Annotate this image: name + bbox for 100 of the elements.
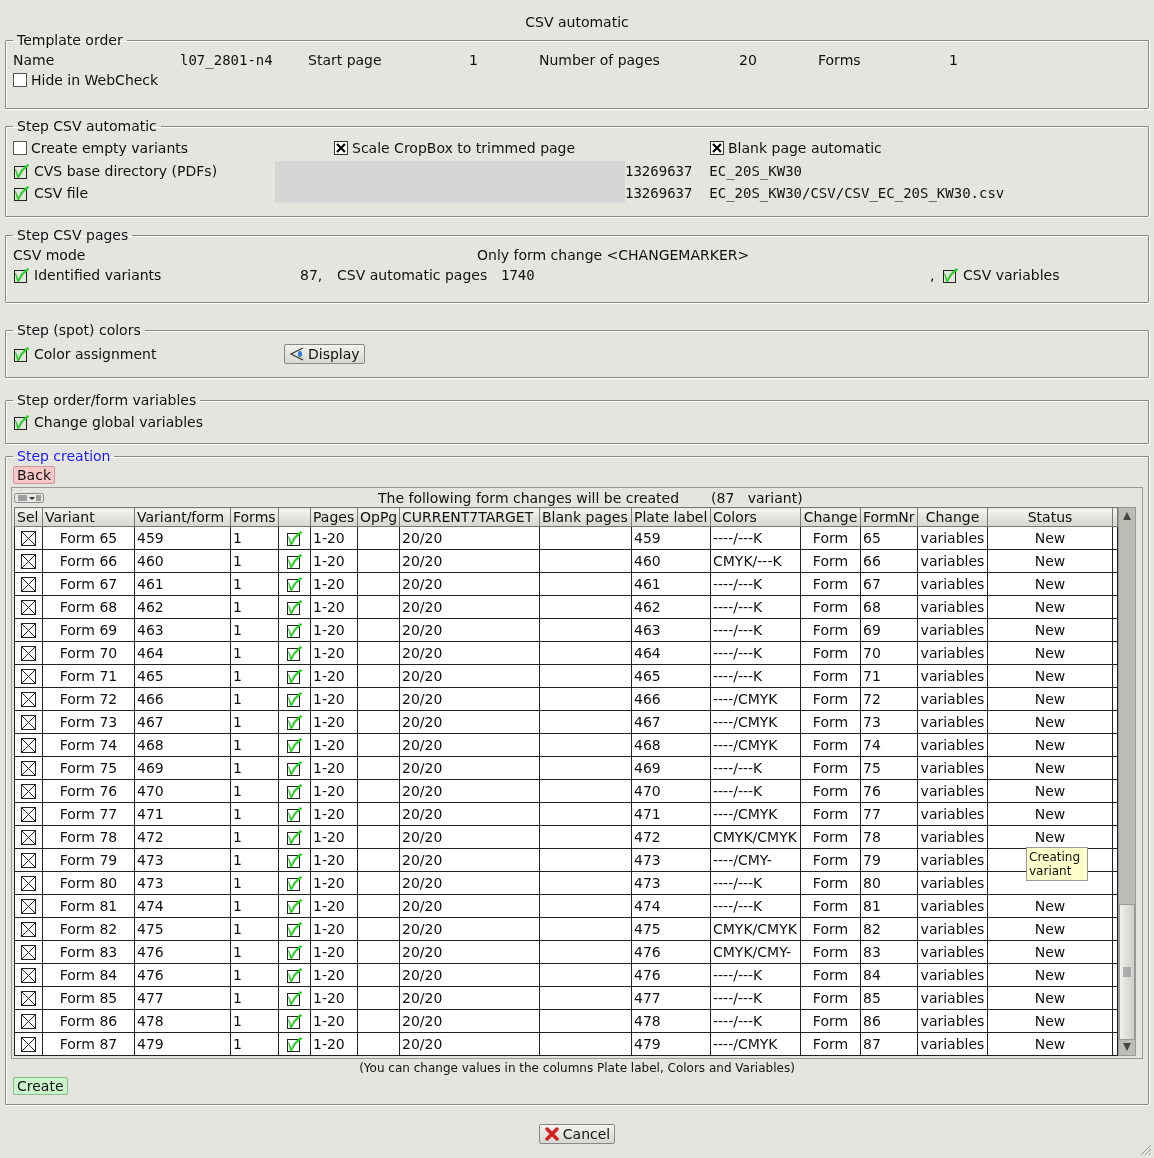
field-value: 87, [300, 267, 324, 283]
checkbox[interactable] [286, 944, 303, 960]
checkbox[interactable] [21, 1036, 36, 1052]
checkbox[interactable] [21, 990, 36, 1006]
field-value: 1 [949, 52, 959, 68]
scroll-up-icon[interactable] [1122, 511, 1132, 521]
checkbox[interactable] [286, 553, 303, 569]
checkbox[interactable] [286, 990, 303, 1006]
column-header[interactable]: Variant/form [134, 507, 231, 527]
table-cell: 20/20 [399, 549, 540, 573]
table-cell: ----/---K [710, 779, 801, 803]
checkbox[interactable] [21, 806, 36, 822]
checkbox[interactable] [286, 967, 303, 983]
checkbox[interactable] [21, 737, 36, 753]
column-header[interactable]: CURRENT7TARGET [399, 507, 540, 527]
checkbox[interactable] [286, 783, 303, 799]
scrollbar[interactable] [1118, 507, 1136, 1056]
checkbox[interactable] [21, 875, 36, 891]
checkbox[interactable] [286, 875, 303, 891]
field-label: CSV automatic pages [337, 267, 489, 283]
checkbox[interactable] [21, 553, 36, 569]
checkbox[interactable] [21, 760, 36, 776]
checkbox[interactable] [21, 944, 36, 960]
checkbox[interactable] [21, 967, 36, 983]
checkbox[interactable] [286, 806, 303, 822]
column-header[interactable]: Forms [230, 507, 279, 527]
column-menu-icon[interactable] [14, 492, 44, 503]
column-header[interactable]: FormNr [860, 507, 918, 527]
checkbox[interactable] [21, 1013, 36, 1029]
checkbox[interactable] [13, 163, 30, 179]
checkbox[interactable] [21, 691, 36, 707]
column-header[interactable]: Change [917, 507, 988, 527]
checkbox[interactable] [286, 760, 303, 776]
column-header[interactable]: Blank pages [539, 507, 632, 527]
table-cell: 475 [134, 917, 231, 941]
checkbox[interactable] [286, 668, 303, 684]
checkbox[interactable] [13, 267, 30, 283]
checkbox[interactable] [21, 829, 36, 845]
table-cell: 459 [134, 526, 231, 550]
scroll-thumb[interactable] [1119, 904, 1135, 1040]
checkbox[interactable] [21, 576, 36, 592]
checkbox[interactable] [286, 829, 303, 845]
table-cell: New [987, 664, 1113, 688]
table-cell: ----/CMYK [710, 710, 801, 734]
table-cell: 476 [631, 940, 711, 964]
checkbox[interactable] [334, 141, 348, 155]
table-cell: 1-20 [310, 894, 358, 918]
checkbox[interactable] [286, 530, 303, 546]
table-cell: 1 [230, 848, 279, 872]
table-cell: 1 [230, 802, 279, 826]
back-button[interactable]: Back [13, 466, 55, 484]
checkbox[interactable] [286, 921, 303, 937]
table-cell: Form [800, 526, 861, 550]
checkbox[interactable] [286, 691, 303, 707]
table-cell: 1 [230, 940, 279, 964]
column-header[interactable]: Change [800, 507, 861, 527]
column-header[interactable]: Plate label [631, 507, 711, 527]
column-header[interactable]: Pages [310, 507, 358, 527]
checkbox[interactable] [21, 714, 36, 730]
checkbox[interactable] [286, 898, 303, 914]
checkbox[interactable] [13, 414, 30, 430]
checkbox[interactable] [21, 921, 36, 937]
checkbox[interactable] [286, 645, 303, 661]
checkbox[interactable] [942, 267, 959, 283]
checkbox[interactable] [21, 668, 36, 684]
checkbox[interactable] [21, 783, 36, 799]
table-cell: 460 [631, 549, 711, 573]
checkbox[interactable] [286, 1036, 303, 1052]
column-header[interactable]: Status [987, 507, 1113, 527]
resize-grip-icon[interactable] [1140, 1144, 1152, 1156]
checkbox[interactable] [286, 576, 303, 592]
table-cell: 20/20 [399, 848, 540, 872]
column-header[interactable]: Variant [42, 507, 135, 527]
checkbox[interactable] [13, 141, 27, 155]
checkbox[interactable] [13, 73, 27, 87]
column-header[interactable]: OpPg [357, 507, 400, 527]
table-cell: 20/20 [399, 894, 540, 918]
checkbox[interactable] [286, 737, 303, 753]
checkbox[interactable] [13, 185, 30, 201]
checkbox[interactable] [286, 622, 303, 638]
checkbox[interactable] [286, 1013, 303, 1029]
create-button[interactable]: Create [13, 1077, 68, 1095]
scroll-down-icon[interactable] [1122, 1042, 1132, 1052]
display-button[interactable]: Display [284, 343, 365, 364]
column-header[interactable]: Sel [14, 507, 43, 527]
checkbox[interactable] [21, 645, 36, 661]
table-cell: 469 [134, 756, 231, 780]
checkbox[interactable] [21, 599, 36, 615]
checkbox[interactable] [21, 852, 36, 868]
checkbox[interactable] [13, 346, 30, 362]
cancel-button[interactable]: Cancel [538, 1124, 616, 1144]
checkbox[interactable] [286, 714, 303, 730]
checkbox[interactable] [710, 141, 724, 155]
checkbox[interactable] [21, 622, 36, 638]
checkbox[interactable] [286, 599, 303, 615]
table-cell: 472 [631, 825, 711, 849]
checkbox[interactable] [21, 530, 36, 546]
checkbox[interactable] [286, 852, 303, 868]
column-header[interactable]: Colors [710, 507, 801, 527]
checkbox[interactable] [21, 898, 36, 914]
